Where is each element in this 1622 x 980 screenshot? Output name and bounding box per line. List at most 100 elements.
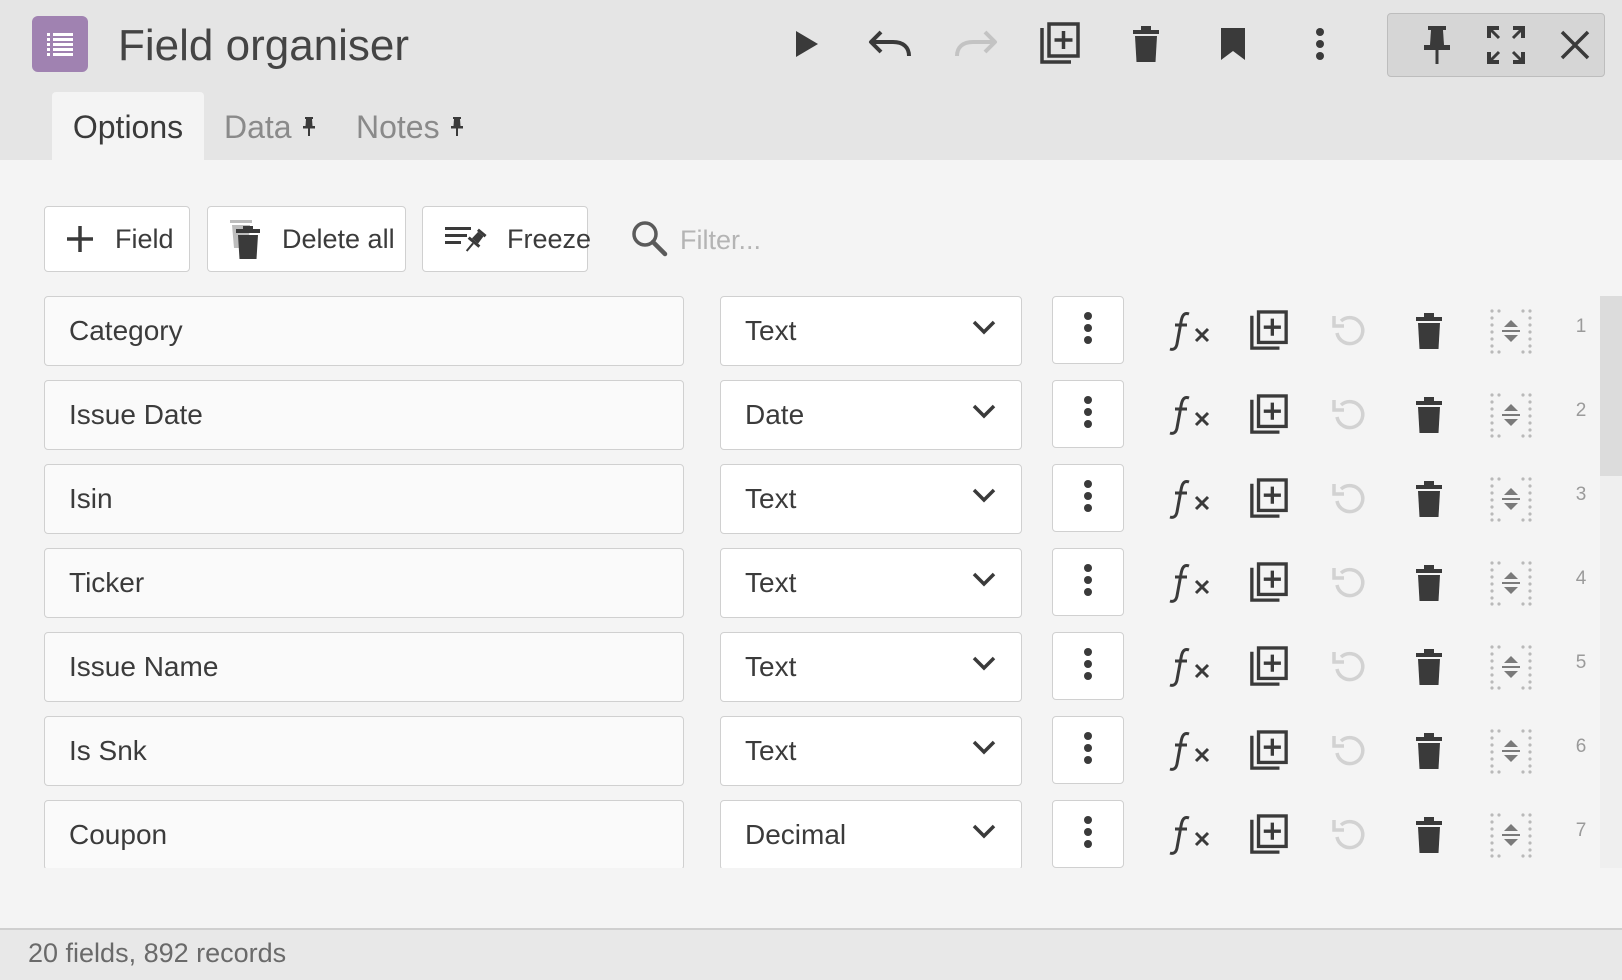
more-vertical-icon — [1083, 479, 1093, 518]
field-type-select[interactable]: Text — [720, 716, 1022, 786]
play-icon[interactable] — [782, 20, 830, 68]
trash-icon[interactable] — [1404, 642, 1454, 692]
drag-handle-icon[interactable] — [1486, 390, 1536, 440]
field-name-input[interactable]: Coupon — [44, 800, 684, 868]
pin-icon — [450, 117, 464, 137]
field-name-input[interactable]: Ticker — [44, 548, 684, 618]
reset-icon[interactable] — [1324, 474, 1374, 524]
field-type-select[interactable]: Decimal — [720, 800, 1022, 868]
delete-all-label: Delete all — [282, 223, 395, 254]
more-vertical-icon — [1083, 731, 1093, 770]
row-number: 3 — [1575, 484, 1587, 505]
field-list: Category Text 1 Issue Date Date 2 Isin T… — [0, 296, 1622, 868]
delete-all-button[interactable]: Delete all — [207, 206, 406, 272]
formula-icon[interactable] — [1166, 558, 1216, 608]
trash-icon[interactable] — [1404, 558, 1454, 608]
pin-icon[interactable] — [1413, 21, 1461, 69]
field-menu-button[interactable] — [1052, 296, 1124, 364]
reset-icon[interactable] — [1324, 306, 1374, 356]
redo-icon[interactable] — [952, 20, 1000, 68]
drag-handle-icon[interactable] — [1486, 642, 1536, 692]
freeze-label: Freeze — [507, 223, 592, 254]
field-type-value: Text — [745, 651, 797, 682]
field-type-select[interactable]: Text — [720, 296, 1022, 366]
field-type-select[interactable]: Text — [720, 464, 1022, 534]
drag-handle-icon[interactable] — [1486, 474, 1536, 524]
field-menu-button[interactable] — [1052, 716, 1124, 784]
field-name-input[interactable]: Isin — [44, 464, 684, 534]
chevron-down-icon — [971, 487, 997, 503]
formula-icon[interactable] — [1166, 810, 1216, 860]
row-number: 4 — [1575, 568, 1587, 589]
chevron-down-icon — [971, 319, 997, 335]
duplicate-icon[interactable] — [1244, 390, 1294, 440]
freeze-button[interactable]: Freeze — [422, 206, 592, 272]
chevron-down-icon — [971, 823, 997, 839]
formula-icon[interactable] — [1166, 726, 1216, 776]
window-title: Field organiser — [118, 21, 410, 70]
formula-icon[interactable] — [1166, 642, 1216, 692]
bookmark-icon[interactable] — [1209, 20, 1257, 68]
fullscreen-icon[interactable] — [1482, 21, 1530, 69]
formula-icon[interactable] — [1166, 474, 1216, 524]
field-type-value: Text — [745, 315, 797, 346]
reset-icon[interactable] — [1324, 558, 1374, 608]
duplicate-icon[interactable] — [1244, 810, 1294, 860]
add-field-button[interactable]: Field — [44, 206, 190, 272]
trash-icon[interactable] — [1404, 726, 1454, 776]
trash-icon[interactable] — [1404, 390, 1454, 440]
duplicate-icon[interactable] — [1244, 306, 1294, 356]
trash-icon[interactable] — [1404, 810, 1454, 860]
duplicate-icon[interactable] — [1244, 474, 1294, 524]
status-bar: 20 fields, 892 records — [0, 928, 1622, 980]
chevron-down-icon — [971, 403, 997, 419]
tab-options[interactable]: Options — [52, 92, 204, 162]
field-menu-button[interactable] — [1052, 548, 1124, 616]
tab-notes[interactable]: Notes — [356, 92, 464, 162]
field-type-select[interactable]: Date — [720, 380, 1022, 450]
reset-icon[interactable] — [1324, 726, 1374, 776]
trash-icon[interactable] — [1404, 474, 1454, 524]
duplicate-icon[interactable] — [1244, 726, 1294, 776]
row-number: 1 — [1575, 316, 1587, 337]
drag-handle-icon[interactable] — [1486, 306, 1536, 356]
duplicate-icon[interactable] — [1244, 642, 1294, 692]
row-number: 5 — [1575, 652, 1587, 673]
search-icon — [630, 219, 668, 262]
filter-box — [630, 212, 930, 268]
field-name-input[interactable]: Issue Date — [44, 380, 684, 450]
field-name-input[interactable]: Category — [44, 296, 684, 366]
field-type-value: Date — [745, 399, 805, 430]
field-type-select[interactable]: Text — [720, 632, 1022, 702]
scrollbar[interactable] — [1600, 296, 1622, 868]
formula-icon[interactable] — [1166, 390, 1216, 440]
filter-input[interactable] — [678, 223, 922, 257]
field-menu-button[interactable] — [1052, 632, 1124, 700]
scrollbar-thumb[interactable] — [1600, 296, 1622, 476]
reset-icon[interactable] — [1324, 642, 1374, 692]
formula-icon[interactable] — [1166, 306, 1216, 356]
reset-icon[interactable] — [1324, 810, 1374, 860]
field-type-select[interactable]: Text — [720, 548, 1022, 618]
field-menu-button[interactable] — [1052, 380, 1124, 448]
field-menu-button[interactable] — [1052, 800, 1124, 868]
trash-icon[interactable] — [1404, 306, 1454, 356]
field-row: Category Text 1 — [0, 296, 1622, 380]
field-name-input[interactable]: Issue Name — [44, 632, 684, 702]
trash-icon[interactable] — [1122, 20, 1170, 68]
status-text: 20 fields, 892 records — [28, 938, 287, 968]
more-vertical-icon — [1083, 563, 1093, 602]
more-vertical-icon[interactable] — [1296, 20, 1344, 68]
duplicate-icon[interactable] — [1036, 20, 1084, 68]
drag-handle-icon[interactable] — [1486, 726, 1536, 776]
window-controls — [1387, 13, 1605, 77]
drag-handle-icon[interactable] — [1486, 558, 1536, 608]
reset-icon[interactable] — [1324, 390, 1374, 440]
tab-data[interactable]: Data — [224, 92, 316, 162]
close-icon[interactable] — [1551, 21, 1599, 69]
drag-handle-icon[interactable] — [1486, 810, 1536, 860]
undo-icon[interactable] — [866, 20, 914, 68]
duplicate-icon[interactable] — [1244, 558, 1294, 608]
field-menu-button[interactable] — [1052, 464, 1124, 532]
field-name-input[interactable]: Is Snk — [44, 716, 684, 786]
